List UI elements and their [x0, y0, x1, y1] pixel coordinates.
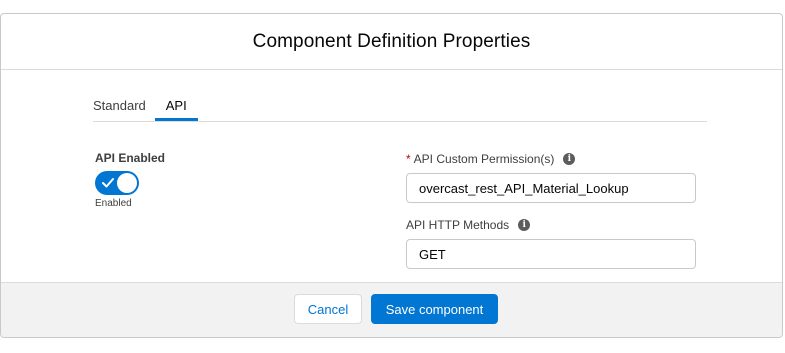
modal-title: Component Definition Properties	[252, 30, 531, 52]
api-enabled-label: API Enabled	[95, 151, 166, 165]
info-icon[interactable]: i	[563, 153, 576, 165]
tab-standard[interactable]: Standard	[93, 90, 146, 121]
save-component-button[interactable]: Save component	[371, 294, 498, 324]
api-enabled-status: Enabled	[95, 198, 132, 209]
custom-permission-field: * API Custom Permission(s) i	[406, 151, 696, 203]
toggle-knob	[117, 173, 137, 193]
api-enabled-toggle[interactable]	[95, 171, 139, 195]
info-icon[interactable]: i	[518, 219, 531, 231]
custom-permission-label: API Custom Permission(s)	[413, 152, 555, 166]
http-methods-field: API HTTP Methods i	[406, 217, 696, 269]
http-methods-label: API HTTP Methods	[406, 218, 510, 232]
tab-api[interactable]: API	[154, 90, 198, 121]
modal-header: Component Definition Properties	[1, 14, 782, 70]
http-methods-input[interactable]	[406, 239, 696, 269]
cancel-button[interactable]: Cancel	[294, 294, 362, 324]
tab-bar: Standard API	[93, 90, 707, 122]
custom-permission-input[interactable]	[406, 173, 696, 203]
component-definition-modal: Component Definition Properties Standard…	[0, 13, 783, 338]
check-icon	[102, 178, 114, 188]
modal-body: Standard API API Enabled Enabled * API C…	[1, 70, 782, 284]
api-enabled-field: API Enabled Enabled	[95, 151, 166, 209]
required-indicator: *	[406, 152, 411, 166]
modal-footer: Cancel Save component	[1, 282, 782, 337]
